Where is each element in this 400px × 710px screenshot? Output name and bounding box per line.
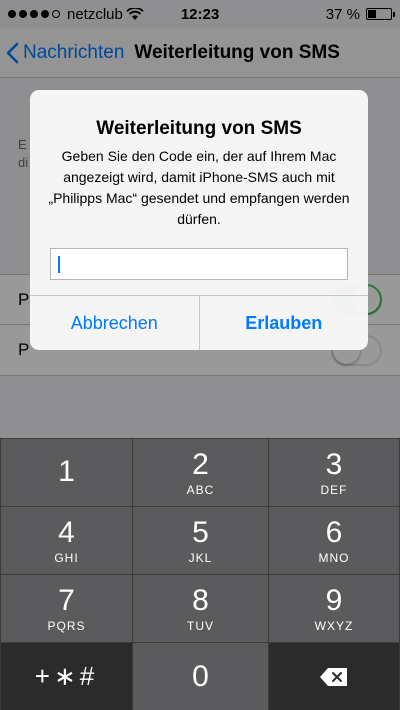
key-0[interactable]: 0 [133,643,268,710]
key-4[interactable]: 4 GHI [1,507,132,574]
backspace-icon [320,667,347,686]
number-keypad: 1 2 ABC 3 DEF 4 GHI 5 JKL 6 MNO 7 PQRS 8 TUV 9W… [0,438,400,710]
key-9[interactable]: 9 WXYZ [269,575,399,642]
text-cursor [58,256,60,273]
alert-dialog: Weiterleitung von SMS Geben Sie den Code… [30,90,368,350]
key-7[interactable]: 7 PQRS [1,575,132,642]
symbols-key[interactable]: +∗# [1,643,132,710]
delete-key[interactable] [269,643,399,710]
key-2[interactable]: 2 ABC [133,439,268,506]
allow-button[interactable]: Erlauben [198,296,369,350]
cancel-button[interactable]: Abbrechen [30,296,199,350]
key-6[interactable]: 6 MNO [269,507,399,574]
alert-buttons: Abbrechen Erlauben [30,295,368,350]
key-8[interactable]: 8 TUV [133,575,268,642]
alert-message: Geben Sie den Code ein, der auf Ihrem Ma… [48,148,350,227]
alert-title: Weiterleitung von SMS [96,118,302,139]
key-5[interactable]: 5 JKL [133,507,268,574]
key-3[interactable]: 3 DEF [269,439,399,506]
key-1[interactable]: 1 [1,439,132,506]
code-input[interactable] [50,248,348,280]
